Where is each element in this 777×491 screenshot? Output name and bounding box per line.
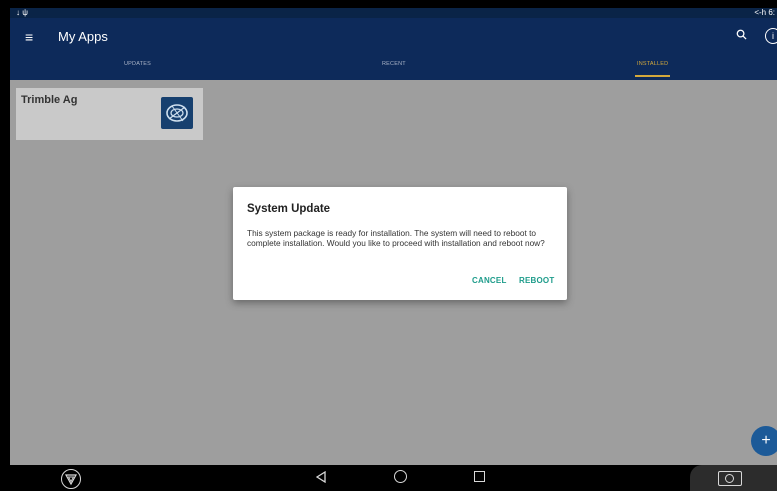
dialog-message: This system package is ready for install… xyxy=(247,228,545,248)
home-icon[interactable] xyxy=(394,470,407,483)
system-update-dialog: System Update This system package is rea… xyxy=(233,187,567,300)
camera-tray xyxy=(690,465,777,491)
trimble-nav-icon[interactable] xyxy=(61,469,81,489)
recents-icon[interactable] xyxy=(474,471,485,482)
cancel-button[interactable]: CANCEL xyxy=(472,276,507,285)
system-nav-bar xyxy=(10,465,777,491)
dialog-title: System Update xyxy=(247,203,331,215)
reboot-button[interactable]: REBOOT xyxy=(519,276,554,285)
back-icon[interactable] xyxy=(315,470,326,486)
dialog-overlay: System Update This system package is rea… xyxy=(10,8,777,491)
device-screen: ↓ ψ <-h 6: ≡ My Apps i UPDATES RECENT IN… xyxy=(10,8,777,491)
add-fab-button[interactable]: + xyxy=(751,426,777,456)
camera-icon[interactable] xyxy=(718,471,742,486)
